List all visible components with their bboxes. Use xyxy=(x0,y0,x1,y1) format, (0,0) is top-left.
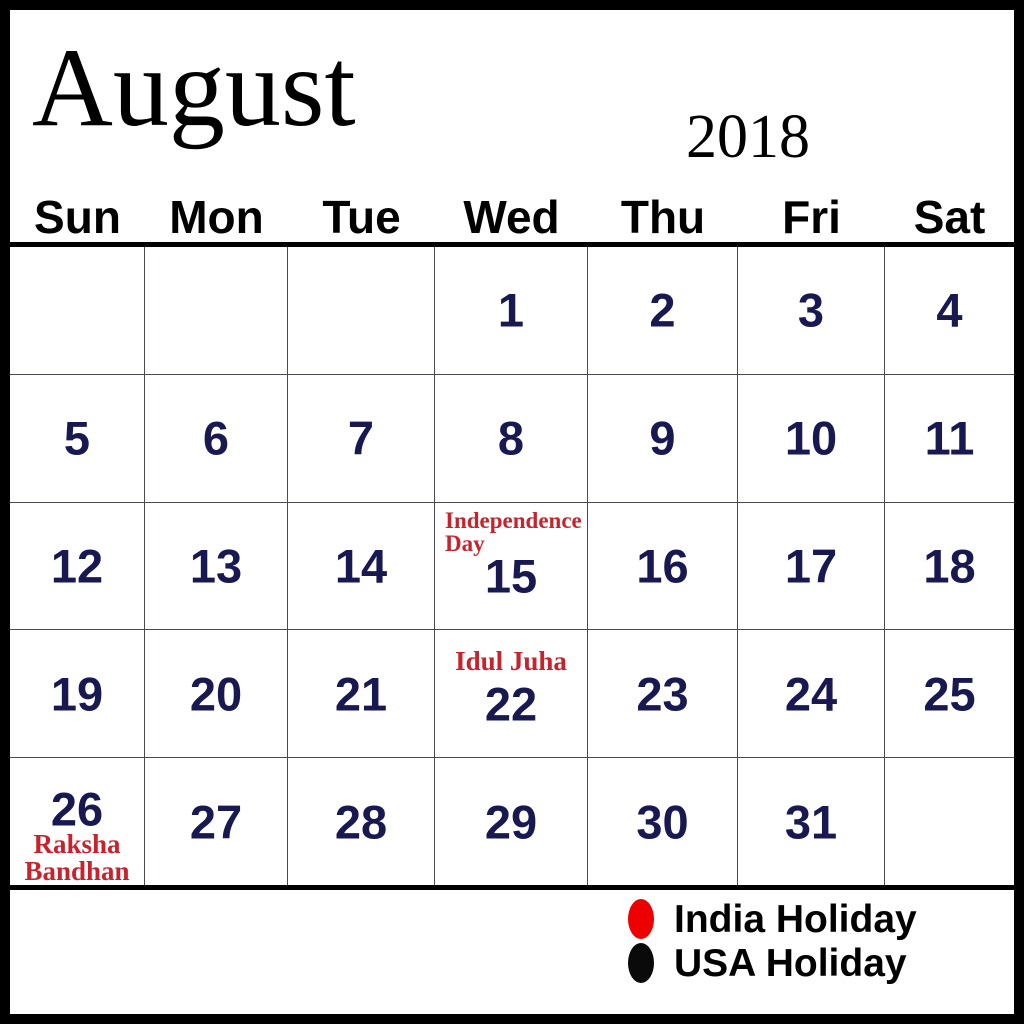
day-cell-17[interactable]: 17 xyxy=(738,502,885,630)
day-number: 9 xyxy=(649,411,676,465)
day-cell-5[interactable]: 5 xyxy=(10,374,145,502)
day-cell-3[interactable]: 3 xyxy=(738,247,885,374)
day-cell-13[interactable]: 13 xyxy=(145,502,288,630)
day-number: 5 xyxy=(63,411,91,465)
day-cell-11[interactable]: 11 xyxy=(885,375,1014,502)
day-number: 8 xyxy=(497,411,525,465)
black-ellipse-marker xyxy=(628,943,654,983)
day-number: 15 xyxy=(484,549,538,603)
day-cell-30[interactable]: 30 xyxy=(588,758,738,885)
day-number: 11 xyxy=(924,411,975,465)
weekday-header-fri: Fri xyxy=(782,191,841,243)
day-cell-26[interactable]: Raksha Bandhan 26 xyxy=(10,758,145,885)
legend-item-usa: USA Holiday xyxy=(628,943,907,983)
day-cell-28[interactable]: 28 xyxy=(288,758,435,885)
day-number: 18 xyxy=(923,539,976,593)
weekday-header-wed: Wed xyxy=(463,191,560,243)
day-number: 17 xyxy=(784,539,838,593)
day-cell-4[interactable]: 4 xyxy=(885,247,1014,374)
day-cell-21[interactable]: 21 xyxy=(288,630,435,758)
day-cell-14[interactable]: 14 xyxy=(288,502,435,630)
day-cell-7[interactable]: 7 xyxy=(288,374,435,502)
day-number: 6 xyxy=(202,411,230,465)
day-cell-9[interactable]: 9 xyxy=(588,374,738,502)
day-cell-8[interactable]: 8 xyxy=(435,374,588,502)
day-number: 26 xyxy=(50,782,104,836)
day-cell-12[interactable]: 12 xyxy=(10,502,145,630)
weekday-header-thu: Thu xyxy=(620,191,706,243)
day-number: 19 xyxy=(50,667,104,721)
red-ellipse-marker xyxy=(628,899,654,939)
day-number: 16 xyxy=(636,539,689,593)
day-number: 10 xyxy=(784,411,838,465)
day-cell-23[interactable]: 23 xyxy=(588,630,738,758)
holiday-label-26: Raksha Bandhan xyxy=(24,828,130,886)
day-number: 12 xyxy=(50,539,104,593)
week-row: 12 13 14 Independence Day 15 16 17 18 xyxy=(10,502,1014,631)
day-number: 28 xyxy=(334,795,388,849)
day-number: 7 xyxy=(347,411,375,465)
day-number: 4 xyxy=(936,283,963,337)
day-cell-29[interactable]: 29 xyxy=(435,758,588,885)
weekday-header-sat: Sat xyxy=(913,191,986,243)
day-cell-16[interactable]: 16 xyxy=(588,502,738,630)
day-cell-empty xyxy=(145,247,288,374)
day-number: 2 xyxy=(649,283,676,337)
day-cell-24[interactable]: 24 xyxy=(738,630,885,758)
day-cell-22[interactable]: Idul Juha 22 xyxy=(435,630,588,758)
day-cell-25[interactable]: 25 xyxy=(885,630,1014,757)
day-cell-empty xyxy=(10,247,145,374)
week-row: 19 20 21 Idul Juha 22 23 24 25 xyxy=(10,630,1014,759)
day-number: 20 xyxy=(189,667,243,721)
day-number: 14 xyxy=(334,539,388,593)
calendar-page: August 2018 Sun Mon Tue Wed Thu Fri Sat 123456… xyxy=(0,0,1024,1024)
day-number: 21 xyxy=(334,667,388,721)
weekday-header-mon: Mon xyxy=(169,191,264,243)
weekday-header-tue: Tue xyxy=(322,191,401,243)
legend-item-india: India Holiday xyxy=(628,899,917,939)
weekday-header-row: Sun Mon Tue Wed Thu Fri Sat xyxy=(10,185,1014,242)
holiday-label-15: Independence Day xyxy=(445,507,582,556)
day-cell-6[interactable]: 6 xyxy=(145,374,288,502)
day-cell-2[interactable]: 2 xyxy=(588,247,738,374)
year-title: 2018 xyxy=(686,103,810,171)
calendar-sheet: August 2018 Sun Mon Tue Wed Thu Fri Sat 123456… xyxy=(10,10,1014,1014)
day-number: 30 xyxy=(636,795,689,849)
week-row: Raksha Bandhan 26 27 28 29 30 31 xyxy=(10,758,1014,885)
weekday-header-sun: Sun xyxy=(34,191,121,243)
day-cell-empty xyxy=(288,247,435,374)
day-cell-31[interactable]: 31 xyxy=(738,758,885,885)
day-number: 25 xyxy=(923,667,976,721)
day-number: 29 xyxy=(484,795,538,849)
day-cell-empty xyxy=(885,758,1014,885)
day-number: 23 xyxy=(636,667,689,721)
day-number: 3 xyxy=(797,283,825,337)
day-number: 31 xyxy=(784,795,838,849)
day-number: 27 xyxy=(189,795,243,849)
day-cell-10[interactable]: 10 xyxy=(738,374,885,502)
legend-label: USA Holiday xyxy=(674,941,907,985)
week-row: 1 2 3 4 xyxy=(10,247,1014,375)
week-row: 5 6 7 8 9 10 11 xyxy=(10,374,1014,503)
day-cell-1[interactable]: 1 xyxy=(435,247,588,374)
legend-label: India Holiday xyxy=(674,897,917,941)
day-cell-15[interactable]: Independence Day 15 xyxy=(435,502,588,630)
day-number: 13 xyxy=(189,539,243,593)
day-number: 24 xyxy=(784,667,838,721)
day-number: 22 xyxy=(484,677,538,731)
calendar-legend: India Holiday USA Holiday xyxy=(10,890,1014,1014)
holiday-label-22: Idul Juha xyxy=(455,646,567,677)
day-cell-27[interactable]: 27 xyxy=(145,758,288,885)
day-number: 1 xyxy=(497,283,525,337)
day-cell-18[interactable]: 18 xyxy=(885,503,1014,630)
month-title: August xyxy=(32,26,356,150)
day-cell-19[interactable]: 19 xyxy=(10,630,145,758)
day-cell-20[interactable]: 20 xyxy=(145,630,288,758)
calendar-grid: 1 2 3 4 5 6 7 8 9 10 11 12 13 14 Independence Day 15 16 1… xyxy=(10,247,1014,885)
